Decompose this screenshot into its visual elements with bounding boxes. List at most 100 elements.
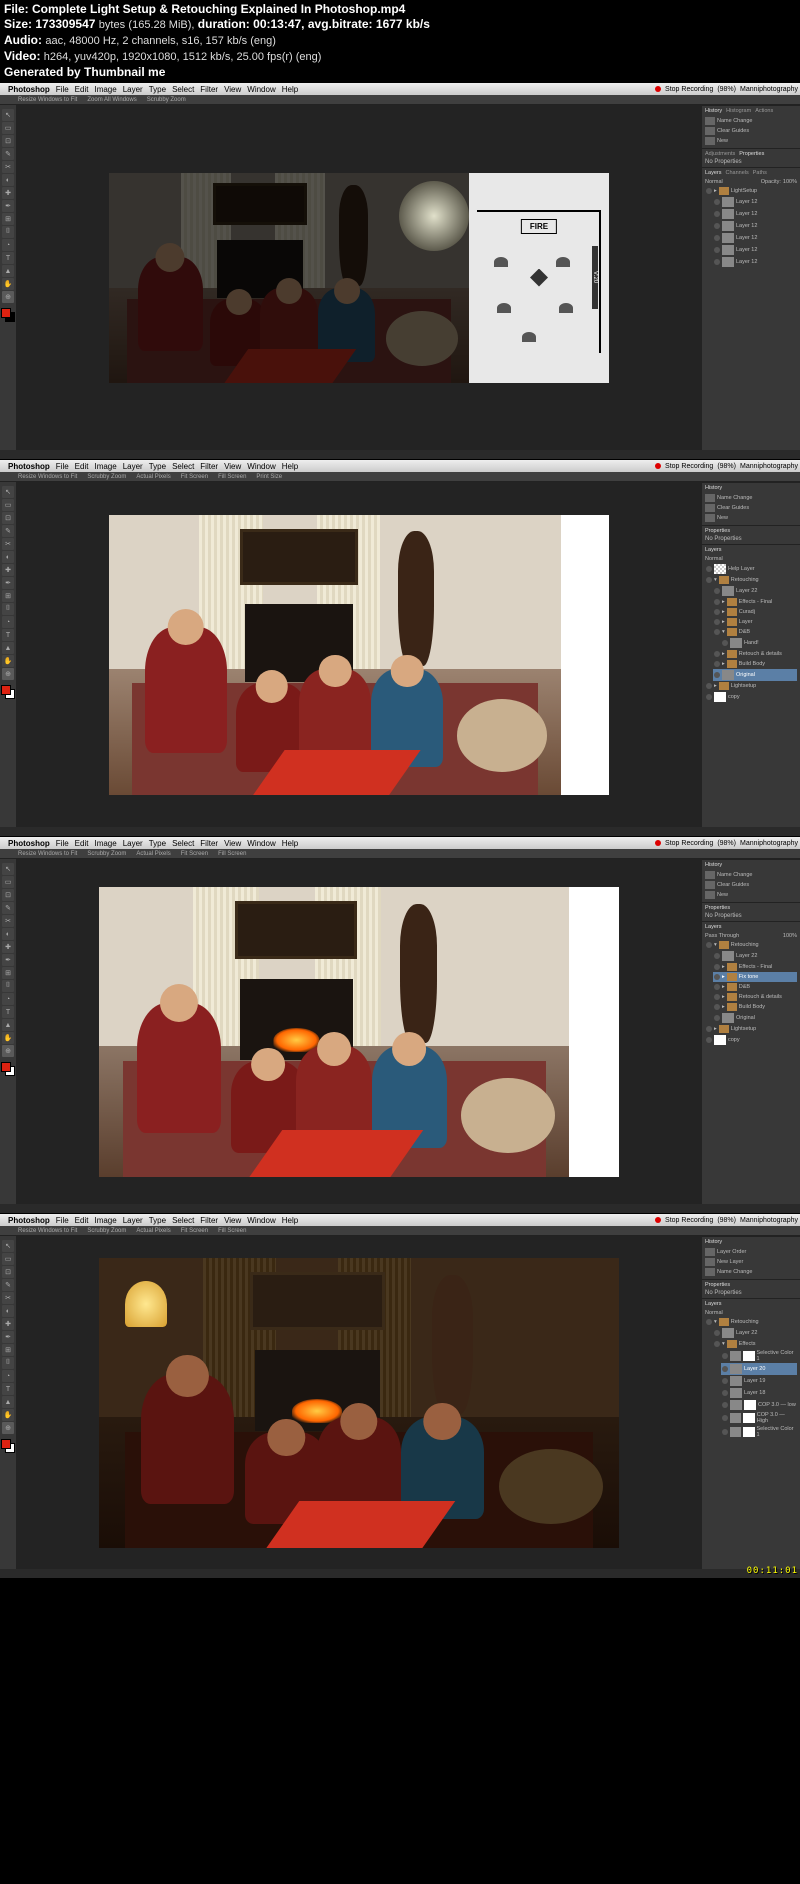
path-tool-icon[interactable]: ▲ — [2, 642, 14, 654]
tool-icon[interactable]: ⊡ — [2, 1266, 14, 1278]
toolbar[interactable]: ↖▭⊡✎✂◐✚✒⊞⌷◔T▲✋⊕ — [0, 1236, 16, 1569]
color-swatches[interactable] — [1, 1062, 15, 1076]
menu-item[interactable]: Type — [149, 839, 166, 848]
visibility-icon[interactable] — [714, 661, 720, 667]
path-tool-icon[interactable]: ▲ — [2, 265, 14, 277]
layer-group[interactable]: ▸Effects - Final — [713, 597, 797, 607]
menu-item[interactable]: View — [224, 839, 241, 848]
layer-row[interactable]: Layer 12 — [713, 244, 797, 256]
layer-row[interactable]: Layer 22 — [713, 1327, 797, 1339]
history-tab[interactable]: History — [705, 108, 722, 114]
history-item[interactable]: New — [705, 136, 797, 146]
options-bar[interactable]: Resize Windows to Fit Zoom All Windows S… — [0, 95, 800, 105]
menu-item[interactable]: Help — [282, 1216, 298, 1225]
tool-icon[interactable]: ↖ — [2, 1240, 14, 1252]
layer-row[interactable]: Layer 12 — [713, 232, 797, 244]
app-name[interactable]: Photoshop — [8, 85, 50, 94]
visibility-icon[interactable] — [714, 599, 720, 605]
color-swatches[interactable] — [1, 308, 15, 322]
layers-tab[interactable]: Layers — [705, 924, 722, 930]
app-name[interactable]: Photoshop — [8, 462, 50, 471]
layer-row[interactable]: Layer 12 — [713, 256, 797, 268]
toolbar[interactable]: ↖▭⊡✎✂◐✚✒⊞⌷◔T▲✋⊕ — [0, 859, 16, 1204]
tool-icon[interactable]: ⊞ — [2, 967, 14, 979]
layer-group[interactable]: ▸Retouch & details — [713, 992, 797, 1002]
canvas[interactable] — [99, 1258, 619, 1548]
layer-row[interactable]: Original — [713, 669, 797, 681]
layer-group[interactable]: ▸LightSetup — [705, 186, 797, 196]
hand-tool-icon[interactable]: ✋ — [2, 278, 14, 290]
visibility-icon[interactable] — [706, 942, 712, 948]
layer-group[interactable]: ▸Lightsetup — [705, 1024, 797, 1034]
visibility-icon[interactable] — [714, 1015, 720, 1021]
channels-tab[interactable]: Channels — [726, 170, 749, 176]
eyedrop-tool-icon[interactable]: ✂ — [2, 161, 14, 173]
menu-item[interactable]: Type — [149, 85, 166, 94]
visibility-icon[interactable] — [706, 566, 712, 572]
layers-tab[interactable]: Layers — [705, 547, 722, 553]
history-tab[interactable]: History — [705, 1239, 722, 1245]
visibility-icon[interactable] — [706, 683, 712, 689]
menubar[interactable]: Photoshop FileEditImageLayerTypeSelectFi… — [0, 460, 800, 472]
menu-item[interactable]: Help — [282, 462, 298, 471]
opt-item[interactable]: Print Size — [256, 474, 282, 480]
history-item[interactable]: New — [705, 890, 797, 900]
menu-item[interactable]: File — [56, 1216, 69, 1225]
menu-item[interactable]: Select — [172, 1216, 194, 1225]
stop-recording[interactable]: Stop Recording — [665, 463, 713, 470]
visibility-icon[interactable] — [722, 1378, 728, 1384]
record-icon[interactable] — [655, 840, 661, 846]
text-tool-icon[interactable]: T — [2, 252, 14, 264]
menu-item[interactable]: Edit — [75, 839, 89, 848]
tool-icon[interactable]: ◔ — [2, 1370, 14, 1382]
history-tab[interactable]: History — [705, 485, 722, 491]
visibility-icon[interactable] — [714, 619, 720, 625]
layer-row[interactable]: copy — [705, 691, 797, 703]
history-item[interactable]: Name Change — [705, 116, 797, 126]
layer-group[interactable]: ▸D&B — [713, 982, 797, 992]
tool-icon[interactable]: ✚ — [2, 941, 14, 953]
visibility-icon[interactable] — [714, 953, 720, 959]
layer-group[interactable]: ▸Layer — [713, 617, 797, 627]
dodge-tool-icon[interactable]: ⌷ — [2, 226, 14, 238]
menu-item[interactable]: Select — [172, 462, 194, 471]
tool-icon[interactable]: ▲ — [2, 1396, 14, 1408]
layer-row[interactable]: Hand! — [721, 637, 797, 649]
canvas[interactable]: FIRE V:20 — [109, 173, 609, 383]
visibility-icon[interactable] — [714, 1330, 720, 1336]
visibility-icon[interactable] — [714, 588, 720, 594]
toolbar[interactable]: ↖ ▭ ⊡ ✎ ✂ ◐ ✚ ✒ ⊞ ⌷ ◔ T ▲ ✋ ⊕ — [0, 105, 16, 450]
text-tool-icon[interactable]: T — [2, 629, 14, 641]
visibility-icon[interactable] — [706, 694, 712, 700]
tool-icon[interactable]: ◐ — [2, 928, 14, 940]
tool-icon[interactable]: ⊡ — [2, 889, 14, 901]
brush-tool-icon[interactable]: ◐ — [2, 174, 14, 186]
visibility-icon[interactable] — [714, 672, 720, 678]
visibility-icon[interactable] — [714, 211, 720, 217]
zoom-tool-icon[interactable]: ⊕ — [2, 668, 14, 680]
gradient-tool-icon[interactable]: ⊞ — [2, 213, 14, 225]
toolbar[interactable]: ↖▭⊡✎✂◐✚✒⊞⌷◔T▲✋⊕ — [0, 482, 16, 827]
visibility-icon[interactable] — [714, 1341, 720, 1347]
layer-group[interactable]: ▸Retouch & details — [713, 649, 797, 659]
menubar[interactable]: Photoshop File Edit Image Layer Type Sel… — [0, 83, 800, 95]
visibility-icon[interactable] — [714, 609, 720, 615]
layer-row[interactable]: Original — [713, 1012, 797, 1024]
layer-row[interactable]: Layer 12 — [713, 208, 797, 220]
hand-tool-icon[interactable]: ✋ — [2, 655, 14, 667]
menu-item[interactable]: Layer — [123, 839, 143, 848]
history-item[interactable]: Name Change — [705, 870, 797, 880]
menu-item[interactable]: Image — [94, 839, 116, 848]
lasso-tool-icon[interactable]: ⊡ — [2, 135, 14, 147]
properties-tab[interactable]: Properties — [705, 1282, 730, 1288]
menu-item[interactable]: Edit — [75, 85, 89, 94]
history-item[interactable]: Clear Guides — [705, 503, 797, 513]
visibility-icon[interactable] — [714, 259, 720, 265]
menu-item[interactable]: Help — [282, 85, 298, 94]
visibility-icon[interactable] — [714, 247, 720, 253]
eyedrop-tool-icon[interactable]: ✂ — [2, 538, 14, 550]
opt-item[interactable]: Resize Windows to Fit — [18, 474, 77, 480]
layer-row[interactable]: COP 3.0 — High — [721, 1411, 797, 1425]
menu-item[interactable]: Type — [149, 1216, 166, 1225]
actions-tab[interactable]: Actions — [755, 108, 773, 114]
